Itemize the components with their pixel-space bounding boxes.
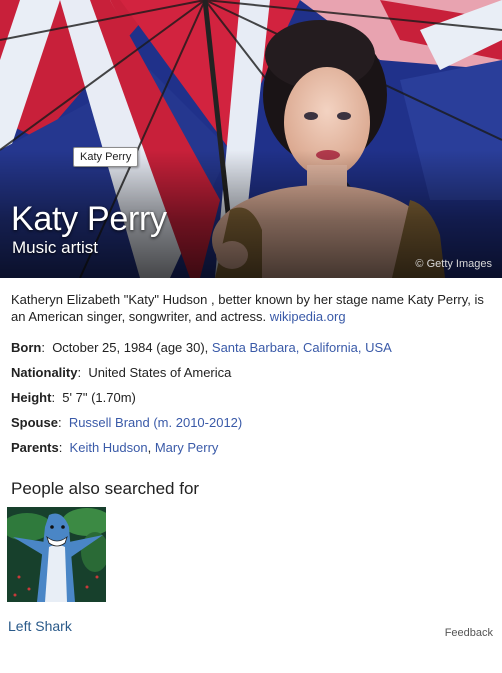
people-also-searched-heading: People also searched for [11, 479, 200, 498]
wikipedia-link[interactable]: wikipedia.org [270, 309, 346, 324]
facts-list: Born: October 25, 1984 (age 30), Santa B… [11, 338, 495, 463]
hover-tooltip: Katy Perry [73, 147, 139, 167]
birthplace-link[interactable]: Santa Barbara, California, USA [212, 340, 392, 355]
image-credit: © Getty Images [415, 258, 492, 270]
parent-link-father[interactable]: Keith Hudson [70, 440, 148, 455]
left-shark-thumbnail[interactable] [7, 507, 106, 602]
fact-value: United States of America [88, 365, 232, 380]
hero-image[interactable]: Katy Perry Katy Perry Music artist © Get… [0, 0, 502, 278]
entity-description: Katheryn Elizabeth "Katy" Hudson , bette… [11, 291, 495, 325]
fact-value: October 25, 1984 (age 30), [52, 340, 212, 355]
parent-link-mother[interactable]: Mary Perry [155, 440, 219, 455]
fact-parents: Parents: Keith Hudson, Mary Perry [11, 440, 219, 455]
spouse-link[interactable]: Russell Brand (m. 2010-2012) [69, 415, 242, 430]
fact-label: Born [11, 340, 42, 355]
fact-label: Height [11, 390, 52, 405]
fact-label: Spouse [11, 415, 58, 430]
fact-label: Nationality [11, 365, 78, 380]
fact-nationality: Nationality: United States of America [11, 365, 232, 380]
description-text: Katheryn Elizabeth "Katy" Hudson , bette… [11, 292, 484, 324]
left-shark-link[interactable]: Left Shark [8, 618, 72, 634]
entity-subtitle: Music artist [12, 238, 98, 257]
fact-height: Height: 5' 7" (1.70m) [11, 390, 136, 405]
feedback-link[interactable]: Feedback [445, 627, 493, 639]
fact-label: Parents [11, 440, 59, 455]
entity-title: Katy Perry [11, 200, 167, 238]
parents-separator: , [147, 440, 155, 455]
fact-spouse: Spouse: Russell Brand (m. 2010-2012) [11, 415, 243, 430]
shark-costume-image [7, 507, 106, 602]
fact-value: 5' 7" (1.70m) [62, 390, 136, 405]
fact-born: Born: October 25, 1984 (age 30), Santa B… [11, 340, 392, 355]
